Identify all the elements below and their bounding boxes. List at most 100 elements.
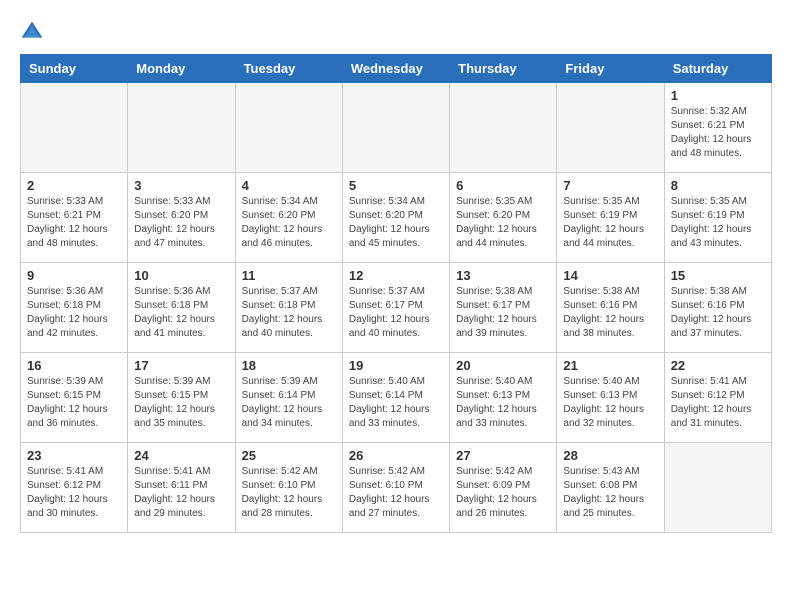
calendar-cell: 8Sunrise: 5:35 AM Sunset: 6:19 PM Daylig… — [664, 173, 771, 263]
calendar-cell: 12 Sunrise: 5:37 AM Sunset: 6:17 PM Dayli… — [342, 263, 449, 353]
day-number: 25 — [242, 448, 336, 463]
day-info: Sunrise: 5:40 AM Sunset: 6:13 PM Dayligh… — [456, 375, 550, 431]
day-number: 23 — [27, 448, 121, 463]
day-info: Sunrise: 5:36 AM Sunset: 6:18 PM Dayligh… — [27, 285, 121, 341]
calendar-cell: 19 Sunrise: 5:40 AM Sunset: 6:14 PM Dayli… — [342, 353, 449, 443]
calendar-cell — [557, 83, 664, 173]
calendar-cell: 15 Sunrise: 5:38 AM Sunset: 6:16 PM Dayli… — [664, 263, 771, 353]
day-number: 9 — [27, 268, 121, 283]
day-number: 21 — [563, 358, 657, 373]
calendar-cell: 6 Sunrise: 5:35 AM Sunset: 6:20 PM Daylig… — [450, 173, 557, 263]
calendar-cell: 18 Sunrise: 5:39 AM Sunset: 6:14 PM Dayli… — [235, 353, 342, 443]
day-number: 11 — [242, 268, 336, 283]
logo — [20, 20, 48, 44]
day-info: Sunrise: 5:35 AM Sunset: 6:19 PM Dayligh… — [671, 195, 765, 251]
day-info: Sunrise: 5:35 AM Sunset: 6:20 PM Dayligh… — [456, 195, 550, 251]
calendar-cell — [21, 83, 128, 173]
day-number: 24 — [134, 448, 228, 463]
day-info: Sunrise: 5:38 AM Sunset: 6:16 PM Dayligh… — [563, 285, 657, 341]
day-info: Sunrise: 5:41 AM Sunset: 6:12 PM Dayligh… — [27, 465, 121, 521]
day-number: 6 — [456, 178, 550, 193]
day-info: Sunrise: 5:39 AM Sunset: 6:15 PM Dayligh… — [27, 375, 121, 431]
calendar-cell: 5 Sunrise: 5:34 AM Sunset: 6:20 PM Daylig… — [342, 173, 449, 263]
day-info: Sunrise: 5:42 AM Sunset: 6:09 PM Dayligh… — [456, 465, 550, 521]
day-number: 28 — [563, 448, 657, 463]
day-info: Sunrise: 5:34 AM Sunset: 6:20 PM Dayligh… — [242, 195, 336, 251]
day-number: 5 — [349, 178, 443, 193]
week-row-5: 23 Sunrise: 5:41 AM Sunset: 6:12 PM Dayli… — [21, 443, 772, 533]
day-info: Sunrise: 5:38 AM Sunset: 6:16 PM Dayligh… — [671, 285, 765, 341]
day-info: Sunrise: 5:38 AM Sunset: 6:17 PM Dayligh… — [456, 285, 550, 341]
day-info: Sunrise: 5:37 AM Sunset: 6:18 PM Dayligh… — [242, 285, 336, 341]
calendar-cell: 28 Sunrise: 5:43 AM Sunset: 6:08 PM Dayli… — [557, 443, 664, 533]
day-header-thursday: Thursday — [450, 55, 557, 83]
calendar-cell: 22 Sunrise: 5:41 AM Sunset: 6:12 PM Dayli… — [664, 353, 771, 443]
calendar-cell: 17 Sunrise: 5:39 AM Sunset: 6:15 PM Dayli… — [128, 353, 235, 443]
day-header-monday: Monday — [128, 55, 235, 83]
day-info: Sunrise: 5:40 AM Sunset: 6:13 PM Dayligh… — [563, 375, 657, 431]
day-header-sunday: Sunday — [21, 55, 128, 83]
calendar-cell: 25 Sunrise: 5:42 AM Sunset: 6:10 PM Dayli… — [235, 443, 342, 533]
calendar-cell: 11 Sunrise: 5:37 AM Sunset: 6:18 PM Dayli… — [235, 263, 342, 353]
day-info: Sunrise: 5:42 AM Sunset: 6:10 PM Dayligh… — [242, 465, 336, 521]
day-info: Sunrise: 5:36 AM Sunset: 6:18 PM Dayligh… — [134, 285, 228, 341]
day-number: 12 — [349, 268, 443, 283]
day-info: Sunrise: 5:33 AM Sunset: 6:21 PM Dayligh… — [27, 195, 121, 251]
week-row-2: 2 Sunrise: 5:33 AM Sunset: 6:21 PM Daylig… — [21, 173, 772, 263]
day-number: 10 — [134, 268, 228, 283]
day-number: 26 — [349, 448, 443, 463]
header — [20, 20, 772, 44]
calendar-cell: 4Sunrise: 5:34 AM Sunset: 6:20 PM Daylig… — [235, 173, 342, 263]
day-header-row: SundayMondayTuesdayWednesdayThursdayFrid… — [21, 55, 772, 83]
calendar-table: SundayMondayTuesdayWednesdayThursdayFrid… — [20, 54, 772, 533]
day-info: Sunrise: 5:43 AM Sunset: 6:08 PM Dayligh… — [563, 465, 657, 521]
day-info: Sunrise: 5:32 AM Sunset: 6:21 PM Dayligh… — [671, 105, 765, 161]
day-number: 19 — [349, 358, 443, 373]
calendar-cell — [450, 83, 557, 173]
day-number: 18 — [242, 358, 336, 373]
calendar-cell — [664, 443, 771, 533]
calendar-cell: 23 Sunrise: 5:41 AM Sunset: 6:12 PM Dayli… — [21, 443, 128, 533]
calendar-cell: 7 Sunrise: 5:35 AM Sunset: 6:19 PM Daylig… — [557, 173, 664, 263]
calendar-cell: 16Sunrise: 5:39 AM Sunset: 6:15 PM Dayli… — [21, 353, 128, 443]
day-number: 15 — [671, 268, 765, 283]
day-info: Sunrise: 5:40 AM Sunset: 6:14 PM Dayligh… — [349, 375, 443, 431]
day-number: 3 — [134, 178, 228, 193]
calendar-cell: 27 Sunrise: 5:42 AM Sunset: 6:09 PM Dayli… — [450, 443, 557, 533]
calendar-cell: 9 Sunrise: 5:36 AM Sunset: 6:18 PM Daylig… — [21, 263, 128, 353]
day-info: Sunrise: 5:41 AM Sunset: 6:12 PM Dayligh… — [671, 375, 765, 431]
day-header-friday: Friday — [557, 55, 664, 83]
day-header-saturday: Saturday — [664, 55, 771, 83]
day-info: Sunrise: 5:39 AM Sunset: 6:14 PM Dayligh… — [242, 375, 336, 431]
day-number: 1 — [671, 88, 765, 103]
calendar-cell: 14Sunrise: 5:38 AM Sunset: 6:16 PM Dayli… — [557, 263, 664, 353]
day-info: Sunrise: 5:34 AM Sunset: 6:20 PM Dayligh… — [349, 195, 443, 251]
day-number: 2 — [27, 178, 121, 193]
day-number: 22 — [671, 358, 765, 373]
day-info: Sunrise: 5:41 AM Sunset: 6:11 PM Dayligh… — [134, 465, 228, 521]
day-number: 13 — [456, 268, 550, 283]
day-number: 20 — [456, 358, 550, 373]
calendar-cell: 24 Sunrise: 5:41 AM Sunset: 6:11 PM Dayli… — [128, 443, 235, 533]
calendar-cell: 1 Sunrise: 5:32 AM Sunset: 6:21 PM Daylig… — [664, 83, 771, 173]
calendar-cell: 3 Sunrise: 5:33 AM Sunset: 6:20 PM Daylig… — [128, 173, 235, 263]
day-header-wednesday: Wednesday — [342, 55, 449, 83]
week-row-4: 16Sunrise: 5:39 AM Sunset: 6:15 PM Dayli… — [21, 353, 772, 443]
day-info: Sunrise: 5:33 AM Sunset: 6:20 PM Dayligh… — [134, 195, 228, 251]
day-info: Sunrise: 5:37 AM Sunset: 6:17 PM Dayligh… — [349, 285, 443, 341]
calendar-cell: 26Sunrise: 5:42 AM Sunset: 6:10 PM Dayli… — [342, 443, 449, 533]
day-number: 17 — [134, 358, 228, 373]
day-header-tuesday: Tuesday — [235, 55, 342, 83]
week-row-1: 1 Sunrise: 5:32 AM Sunset: 6:21 PM Daylig… — [21, 83, 772, 173]
calendar-cell: 10 Sunrise: 5:36 AM Sunset: 6:18 PM Dayli… — [128, 263, 235, 353]
day-info: Sunrise: 5:39 AM Sunset: 6:15 PM Dayligh… — [134, 375, 228, 431]
day-number: 27 — [456, 448, 550, 463]
calendar-cell — [235, 83, 342, 173]
calendar-cell: 20 Sunrise: 5:40 AM Sunset: 6:13 PM Dayli… — [450, 353, 557, 443]
day-number: 7 — [563, 178, 657, 193]
calendar-cell: 13 Sunrise: 5:38 AM Sunset: 6:17 PM Dayli… — [450, 263, 557, 353]
calendar-cell: 2 Sunrise: 5:33 AM Sunset: 6:21 PM Daylig… — [21, 173, 128, 263]
calendar-cell — [342, 83, 449, 173]
calendar-body: 1 Sunrise: 5:32 AM Sunset: 6:21 PM Daylig… — [21, 83, 772, 533]
day-info: Sunrise: 5:35 AM Sunset: 6:19 PM Dayligh… — [563, 195, 657, 251]
